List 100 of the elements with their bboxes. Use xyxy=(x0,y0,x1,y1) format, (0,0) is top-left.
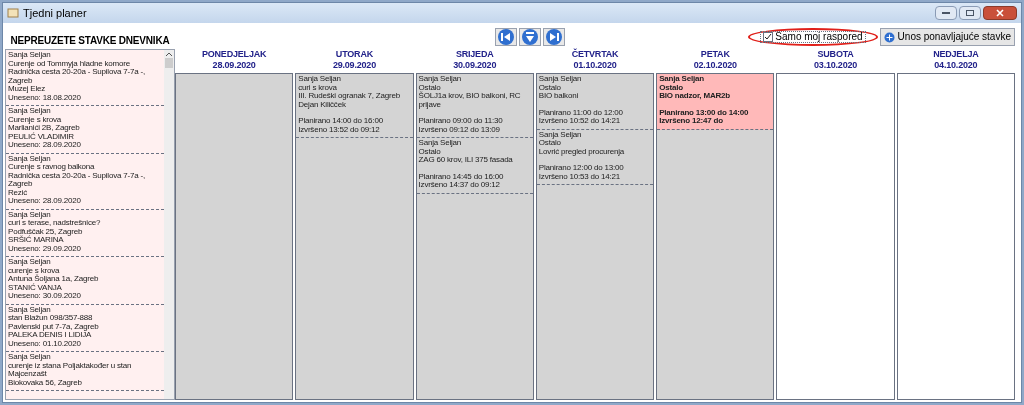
appointment-time: Izvršeno 12:47 do xyxy=(659,117,724,126)
diary-item-text: Uneseno: 29.09.2020 xyxy=(8,244,82,253)
diary-item-text: Rezić xyxy=(8,188,27,197)
day-date: 30.09.2020 xyxy=(453,60,497,71)
diary-item-text: Radnička cesta 20-20a - Supilova 7-7a -, Zagreb xyxy=(8,68,146,85)
day-name: PONEDJELJAK xyxy=(201,49,267,60)
close-button[interactable] xyxy=(983,6,1017,20)
day-date: 29.09.2020 xyxy=(332,60,376,71)
appointment-card[interactable]: Sanja Seljan curi s krova III. Rudeški ogranak 7, Zagreb Dejan Kiličček Planirano 14:00 do 16:00 Izvršeno 13:52 do 09:12 xyxy=(296,74,413,138)
diary-item-text: STANIĆ VANJA xyxy=(8,283,63,292)
diary-item-text: Sanja Seljan xyxy=(8,258,51,266)
appointment-text: Sanja Seljan xyxy=(538,75,583,83)
day-date: 02.10.2020 xyxy=(693,60,737,71)
diary-item-text: Sanja Seljan xyxy=(8,51,52,59)
nav-button[interactable] xyxy=(543,28,565,46)
appointment-time: Izvršeno 13:52 do 09:12 xyxy=(298,125,381,134)
diary-item-text: stan Blažun 098/357-888 xyxy=(8,314,94,323)
appointment-text: Ostalo xyxy=(418,147,441,156)
skip-back-icon xyxy=(497,28,515,46)
appointment-text: Sanja Seljan xyxy=(418,75,463,83)
diary-item-text: Marlianići 2B, Zagreb xyxy=(8,124,81,132)
diary-item-text: PALEKA DENIS I LIDIJA xyxy=(8,331,92,340)
checkbox[interactable] xyxy=(763,32,774,42)
diary-item-text: Radnička cesta 20-20a - Supilova 7-7a -, Zagreb xyxy=(8,171,146,188)
appointment-card[interactable]: Sanja Seljan Ostalo BIO nadzor, MAR2b Planirano 13:00 do 14:00 Izvršeno 12:47 do xyxy=(657,74,774,130)
day-name: ČETVRTAK xyxy=(571,49,619,60)
appointment-text: Sanja Seljan xyxy=(298,75,342,83)
appointment-text: curi s krova xyxy=(298,83,337,92)
maximize-icon xyxy=(966,10,974,16)
appointment-time: Planirano 13:00 do 14:00 xyxy=(659,108,750,117)
appointment-text: ZAG 60 krov, ILI 375 fasada xyxy=(418,156,514,165)
diary-item-text: Uneseno: 28.09.2020 xyxy=(8,197,82,206)
diary-item-text: Sanja Seljan xyxy=(8,210,52,219)
appointment-text: Ostalo xyxy=(538,83,561,92)
appointment-text: Sanja Seljan xyxy=(538,130,583,139)
minimize-button[interactable] xyxy=(935,6,957,20)
appointment-time: Izvršeno 10:53 do 14:21 xyxy=(538,172,622,181)
nav-button[interactable] xyxy=(495,28,517,46)
appointment-card[interactable]: Sanja Seljan Ostalo Lovrić pregled procurenja Planirano 12:00 do 13:00 Izvršeno 10:53 do 14:21 xyxy=(536,129,654,185)
day-name: SRIJEDA xyxy=(455,49,494,60)
appointment-text: BIO nadzor, MAR2b xyxy=(659,92,731,101)
scroll-up-icon xyxy=(165,50,173,58)
appointment-text: Dejan Kiličček xyxy=(298,100,346,109)
day-date: 04.10.2020 xyxy=(934,60,978,71)
diary-item-text: Uneseno: 18.08.2020 xyxy=(8,93,82,102)
diary-item-text: Curenje s krova xyxy=(8,115,63,124)
diary-item-text: Muzej Elez xyxy=(8,85,47,93)
appointment-text: Ostalo xyxy=(659,83,683,92)
diary-item-text: curenje iz stana Poljaktakođer u stan Majcenzašt xyxy=(8,361,133,378)
diary-item-text: Uneseno: 28.09.2020 xyxy=(8,141,82,150)
minimize-icon xyxy=(942,12,950,14)
diary-item-text: Sanja Seljan xyxy=(8,154,52,163)
appointment-time: Izvršeno 14:37 do 09:12 xyxy=(418,181,501,190)
day-date: 03.10.2020 xyxy=(814,60,858,71)
scrollbar-thumb[interactable] xyxy=(165,58,173,68)
appointment-time: Planirano 12:00 do 13:00 xyxy=(538,164,625,173)
day-date: 01.10.2020 xyxy=(573,60,617,71)
appointment-text: Sanja Seljan xyxy=(418,139,463,147)
appointment-text: III. Rudeški ogranak 7, Zagreb xyxy=(298,92,401,100)
appointment-time: Planirano 11:00 do 12:00 xyxy=(538,108,624,117)
diary-item-text: curi s terase, nadstrešnice? xyxy=(8,219,102,228)
appointment-text: Sanja Seljan xyxy=(659,75,705,83)
day-name: NEDJELJA xyxy=(933,49,979,60)
appointment-card[interactable]: Sanja Seljan Ostalo BIO balkoni Planirano 11:00 do 12:00 Izvršeno 10:52 do 14:21 xyxy=(536,74,654,130)
diary-item-text: Sanja Seljan xyxy=(8,305,52,314)
appointment-text: Lovrić pregled procurenja xyxy=(538,147,626,156)
checkmark-icon xyxy=(764,33,773,41)
diary-item-text: Podfuščak 25, Zagreb xyxy=(8,227,84,236)
diary-item-text: Sanja Seljan xyxy=(8,353,52,361)
diary-item-text: Uneseno: 01.10.2020 xyxy=(8,339,82,348)
window-title: Tjedni planer xyxy=(23,5,87,21)
appointment-card[interactable]: Sanja Seljan Ostalo ZAG 60 krov, ILI 375 fasada Planirano 14:45 do 16:00 Izvršeno 14:37 do 09:12 xyxy=(416,138,533,194)
day-name: SUBOTA xyxy=(817,49,854,60)
appointment-time: Planirano 09:00 do 11:30 xyxy=(418,117,504,126)
diary-item-text: Pavlenski put 7-7a, Zagreb xyxy=(8,322,100,331)
maximize-button[interactable] xyxy=(959,6,981,20)
appointment-text: Ostalo xyxy=(418,83,441,92)
day-name: PETAK xyxy=(700,49,730,60)
diary-item-text: Biokovaka 56, Zagreb xyxy=(8,378,83,387)
skip-forward-icon xyxy=(545,28,563,46)
my-schedule-checkbox[interactable]: Samo moj raspored xyxy=(760,31,866,43)
recurring-entry-button[interactable]: Unos ponavljajuće stavke xyxy=(879,28,1015,46)
diary-item-text: Uneseno: 30.09.2020 xyxy=(8,292,82,301)
appointment-text: BIO balkoni xyxy=(538,92,579,101)
nav-button[interactable] xyxy=(519,28,541,46)
appointment-text: Ostalo xyxy=(538,139,561,148)
appointment-time: Izvršeno 10:52 do 14:21 xyxy=(538,117,622,126)
diary-item-text: Sanja Seljan xyxy=(8,107,51,115)
appointment-time: Planirano 14:00 do 16:00 xyxy=(298,117,384,126)
sidebar-title: NEPREUZETE STAVKE DNEVNIKA xyxy=(9,33,171,47)
appointment-time: Planirano 14:45 do 16:00 xyxy=(418,172,505,181)
window-icon xyxy=(7,7,19,19)
day-name: UTORAK xyxy=(335,49,373,60)
close-icon xyxy=(996,9,1004,17)
day-date: 28.09.2020 xyxy=(212,60,256,71)
plus-circle-icon xyxy=(883,31,895,43)
appointment-card[interactable]: Sanja Seljan Ostalo ŠOLJ1a krov, BIO balkoni, RC prijave Planirano 09:00 do 11:30 Izvršeno 09:12 do 13:09 xyxy=(416,74,533,138)
scrollbar[interactable] xyxy=(164,50,174,399)
diary-item-text: Curenje od Tommyja hladne komore xyxy=(8,59,131,68)
diary-item-text: Curenje s ravnog balkona xyxy=(8,163,96,171)
